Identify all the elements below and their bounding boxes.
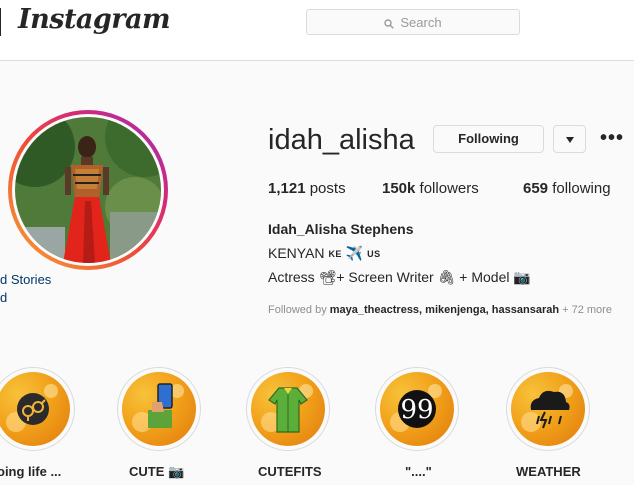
followed-by-more[interactable]: + 72 more xyxy=(562,304,612,316)
highlight-cover xyxy=(511,372,585,446)
profile-avatar-ring[interactable] xyxy=(8,110,168,270)
following-button[interactable]: Following xyxy=(433,125,544,153)
posts-count: 1,121 xyxy=(268,180,306,197)
dress-icon xyxy=(268,387,308,433)
avatar-photo xyxy=(15,117,161,263)
left-fragment-link-2[interactable]: d xyxy=(0,290,7,305)
bio-line-1: KENYAN KE ✈️ US xyxy=(268,245,381,262)
followers-label: followers xyxy=(419,180,479,197)
following-stat[interactable]: 659 following xyxy=(523,180,611,197)
search-icon xyxy=(384,18,395,29)
highlight-1-label[interactable]: oing life ... xyxy=(0,464,61,479)
highlight-5-label[interactable]: WEATHER xyxy=(516,464,581,479)
highlight-2[interactable] xyxy=(117,367,201,451)
gender-symbols-icon xyxy=(17,393,49,425)
followed-by-text[interactable]: Followed by maya_theactress, mikenjenga,… xyxy=(268,304,612,316)
search-placeholder-row: Search xyxy=(307,15,519,30)
suggestions-dropdown-button[interactable] xyxy=(553,125,586,153)
highlight-1[interactable] xyxy=(0,367,75,451)
phone-hand-icon xyxy=(148,383,173,428)
us-flag-icon: US xyxy=(367,249,381,259)
profile-avatar[interactable] xyxy=(15,117,161,263)
bio-line-2: Actress 📽+ Screen Writer 🖇 + Model 📷 xyxy=(268,269,531,285)
quote-icon: 99 xyxy=(398,390,436,428)
search-placeholder: Search xyxy=(400,15,442,30)
following-label: following xyxy=(552,180,611,197)
followers-stat[interactable]: 150k followers xyxy=(382,180,479,197)
highlight-cover xyxy=(251,372,325,446)
svg-text:99: 99 xyxy=(400,395,433,425)
more-options-icon[interactable]: ••• xyxy=(600,128,624,148)
search-box[interactable]: Search xyxy=(306,9,520,35)
profile-username: idah_alisha xyxy=(268,124,415,156)
following-count: 659 xyxy=(523,180,549,197)
highlight-2-label[interactable]: CUTE 📷 xyxy=(129,464,184,480)
highlight-cover xyxy=(122,372,196,446)
followed-by-names[interactable]: maya_theactress, mikenjenga, hassansarah xyxy=(330,304,559,316)
top-navigation-bar: Instagram Search xyxy=(0,0,634,61)
highlight-4[interactable]: 99 xyxy=(375,367,459,451)
highlight-3-label[interactable]: CUTEFITS xyxy=(258,464,322,479)
highlight-5[interactable] xyxy=(506,367,590,451)
left-fragment-link-1[interactable]: d Stories xyxy=(0,272,51,287)
bio-country: KENYAN xyxy=(268,245,325,261)
posts-label: posts xyxy=(309,180,346,197)
profile-full-name: Idah_Alisha Stephens xyxy=(268,221,414,237)
followed-by-prefix: Followed by xyxy=(268,304,327,316)
chevron-down-icon xyxy=(566,137,574,143)
posts-stat: 1,121 posts xyxy=(268,180,346,197)
highlight-4-label[interactable]: "...." xyxy=(405,464,432,479)
airplane-icon: ✈️ xyxy=(345,245,364,261)
followers-count: 150k xyxy=(382,180,416,197)
highlight-cover xyxy=(0,372,70,446)
highlight-cover: 99 xyxy=(380,372,454,446)
kenya-flag-icon: KE xyxy=(328,249,342,259)
storm-cloud-icon xyxy=(530,390,570,429)
logo-divider xyxy=(0,8,1,36)
instagram-logo[interactable]: Instagram xyxy=(18,4,171,35)
highlight-3[interactable] xyxy=(246,367,330,451)
